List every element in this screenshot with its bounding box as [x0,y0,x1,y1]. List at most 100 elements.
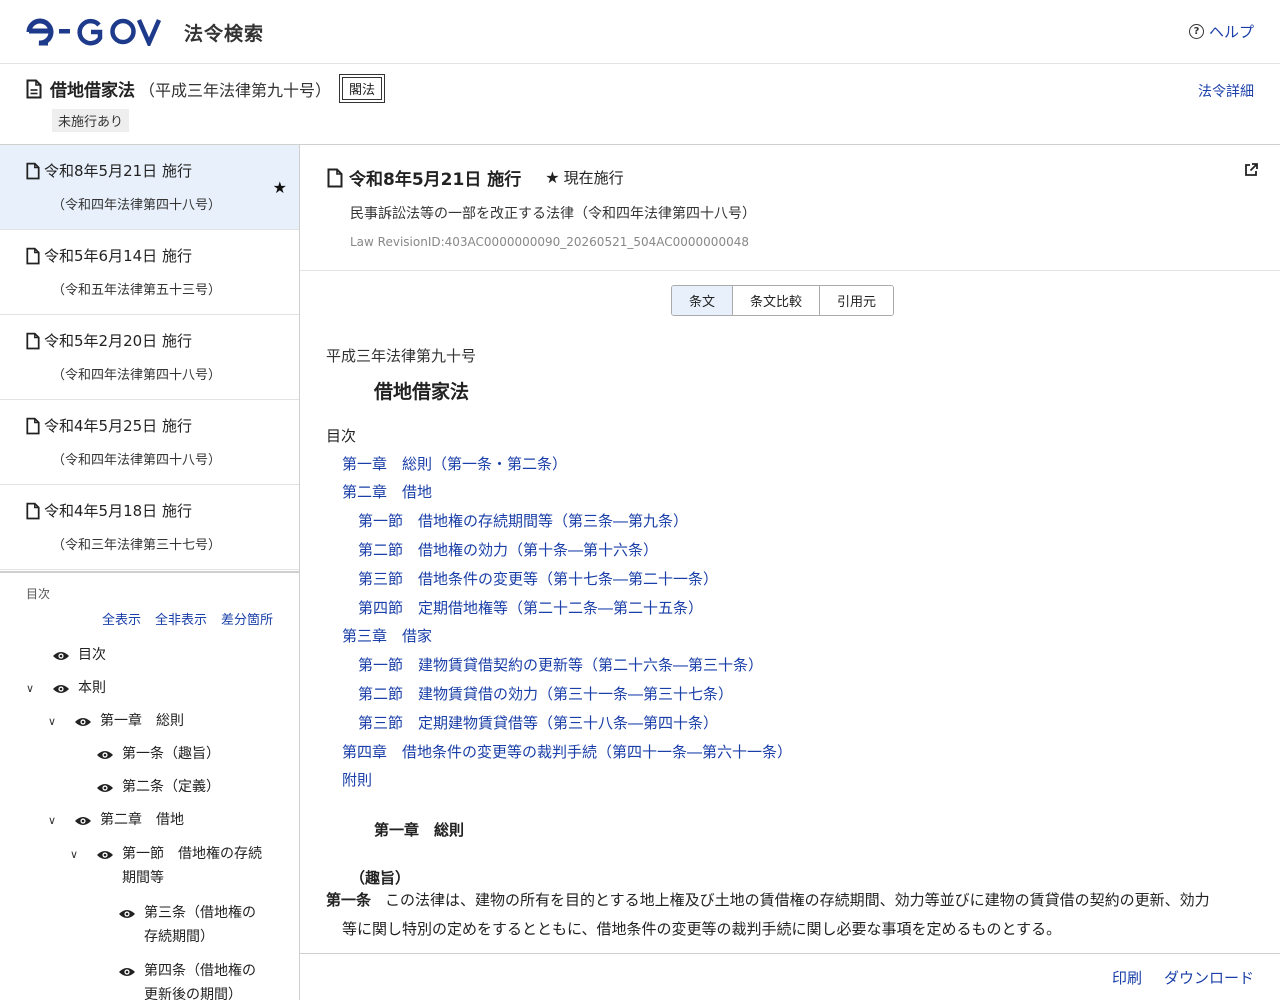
toc-node-label: 目次 [78,647,106,663]
show-all-link[interactable]: 全表示 [102,609,141,628]
amending-law: 民事訴訟法等の一部を改正する法律（令和四年法律第四十八号） [350,206,756,222]
toc-link[interactable]: 第三節 借地条件の変更等（第十七条―第二十一条） [358,568,718,589]
eye-icon[interactable] [74,716,92,728]
star-icon: ★ [545,168,560,187]
toc-link[interactable]: 第三節 定期建物賃貸借等（第三十八条―第四十条） [358,712,718,733]
main-content: 令和8年5月21日 施行 ★ 現在施行 民事訴訟法等の一部を改正する法律（令和四… [300,145,1280,953]
toc-node[interactable]: 第二条（定義） [96,779,220,799]
chevron-down-icon[interactable]: ∨ [26,682,40,695]
tab-article[interactable]: 条文 [672,286,734,315]
eye-icon[interactable] [96,849,114,861]
revision-law: （令和三年法律第三十七号） [52,538,222,553]
article-body: この法律は、建物の所有を目的とする地上権及び土地の賃借権の存続期間、効力等並びに… [342,891,1210,938]
toc-link[interactable]: 第一節 借地権の存続期間等（第三条―第九条） [358,510,688,531]
revision-law: （令和四年法律第四十八号） [52,453,222,468]
revision-item[interactable]: 令和5年6月14日 施行 （令和五年法律第五十三号） [0,230,299,315]
law-title-bar: 借地借家法 （平成三年法律第九十号） 閣法 未施行あり 法令詳細 [0,64,1280,145]
tab-citations[interactable]: 引用元 [820,286,894,315]
revision-law: （令和四年法律第四十八号） [52,198,222,213]
eye-icon[interactable] [52,650,70,662]
site-name[interactable]: 法令検索 [184,19,264,46]
help-link[interactable]: ? ヘルプ [1188,21,1254,42]
sidebar-toc-heading: 目次 [26,587,51,601]
chevron-down-icon[interactable]: ∨ [48,814,62,827]
toc-node-label: 第四条（借地権の更新後の期間） [144,963,256,1000]
toc-node-label: 本則 [78,680,106,696]
hide-all-link[interactable]: 全非表示 [155,609,207,628]
eye-icon[interactable] [118,966,136,978]
eye-icon[interactable] [96,749,114,761]
external-link-icon[interactable] [1244,163,1258,177]
toc-link[interactable]: 第二章 借地 [342,481,432,502]
law-title: 借地借家法 [50,81,135,101]
law-detail-link[interactable]: 法令詳細 [1198,81,1254,101]
law-number: （平成三年法律第九十号） [139,80,332,100]
document-icon [26,162,40,179]
footer-bar: 印刷 ダウンロード [300,953,1280,1000]
toc-link[interactable]: 第一節 建物賃貸借契約の更新等（第二十六条―第三十条） [358,654,763,675]
eye-icon[interactable] [74,815,92,827]
toc-node[interactable]: 第三条（借地権の存続期間） [118,905,278,949]
eye-icon[interactable] [96,782,114,794]
unenforced-badge: 未施行あり [52,109,130,132]
document-icon [26,502,40,519]
diff-link[interactable]: 差分箇所 [221,609,273,628]
toc-node[interactable]: ∨ 第一節 借地権の存続期間等 [70,846,280,890]
body-law-number: 平成三年法律第九十号 [326,347,477,365]
revision-item[interactable]: 令和4年5月18日 施行 （令和三年法律第三十七号） [0,485,299,570]
toc-link[interactable]: 第二節 借地権の効力（第十条―第十六条） [358,539,658,560]
chevron-down-icon[interactable]: ∨ [48,715,62,728]
toc-node-label: 第一章 総則 [100,713,184,729]
site-header: 法令検索 ? ヘルプ [0,0,1280,64]
toc-node-label: 第一条（趣旨） [122,746,220,762]
revision-date-row: 令和4年5月18日 施行 [26,500,192,521]
toc-link[interactable]: 第一章 総則（第一条・第二条） [342,453,567,474]
help-icon: ? [1188,24,1204,39]
toc-node[interactable]: 目次 [52,647,106,667]
current-enforcement-label: 現在施行 [563,169,624,187]
download-link[interactable]: ダウンロード [1164,967,1254,988]
egov-logo-mark [26,18,162,46]
toc-link[interactable]: 第四節 定期借地権等（第二十二条―第二十五条） [358,597,703,618]
eye-icon[interactable] [52,683,70,695]
egov-logo[interactable] [26,16,168,46]
toc-link[interactable]: 第三章 借家 [342,625,432,646]
revision-item[interactable]: 令和8年5月21日 施行 （令和四年法律第四十八号） ★ [0,145,299,230]
article-number: 第一条 [326,891,372,909]
document-icon [26,332,40,349]
toc-node[interactable]: ∨ 第二章 借地 [48,812,184,832]
toc-node[interactable]: 第一条（趣旨） [96,746,220,766]
star-icon: ★ [272,178,287,197]
article-caption: （趣旨） [350,869,411,887]
sidebar-toc: 目次 全表示 全非表示 差分箇所 目次 ∨ 本則 ∨ 第一章 総則 第一条（趣旨… [0,571,299,1000]
print-link[interactable]: 印刷 [1112,967,1142,988]
eye-icon[interactable] [118,908,136,920]
document-icon [26,417,40,434]
toc-link[interactable]: 第四章 借地条件の変更等の裁判手続（第四十一条―第六十一条） [342,741,792,762]
law-type-label: 閣法 [342,77,383,100]
revision-item[interactable]: 令和5年2月20日 施行 （令和四年法律第四十八号） [0,315,299,400]
document-icon [327,168,343,187]
toc-node[interactable]: 第四条（借地権の更新後の期間） [118,963,278,1000]
body-law-title: 借地借家法 [374,381,470,403]
revision-date-row: 令和8年5月21日 施行 [26,160,192,181]
tab-compare[interactable]: 条文比較 [733,286,821,315]
chevron-down-icon[interactable]: ∨ [70,848,84,861]
revision-item[interactable]: 令和4年5月25日 施行 （令和四年法律第四十八号） [0,400,299,485]
revision-date: 令和4年5月25日 施行 [44,417,192,435]
revision-id: Law RevisionID:403AC0000000090_20260521_… [350,235,749,249]
toc-node[interactable]: ∨ 本則 [26,680,106,700]
law-type-badge: 閣法 [339,74,386,103]
toc-node-label: 第三条（借地権の存続期間） [144,905,256,945]
revision-title: 令和8年5月21日 施行 [349,170,522,190]
toc-link[interactable]: 第二節 建物賃貸借の効力（第三十一条―第三十七条） [358,683,733,704]
toc-node[interactable]: ∨ 第一章 総則 [48,713,184,733]
view-tabs: 条文 条文比較 引用元 [671,285,895,316]
revision-date: 令和5年2月20日 施行 [44,332,192,350]
toc-link[interactable]: 附則 [342,769,372,790]
toc-node-label: 第二条（定義） [122,779,220,795]
toc-controls: 全表示 全非表示 差分箇所 [102,609,273,628]
revision-list: 令和8年5月21日 施行 （令和四年法律第四十八号） ★ 令和5年6月14日 施… [0,145,299,570]
revision-date: 令和4年5月18日 施行 [44,502,192,520]
toc-node-label: 第二章 借地 [100,812,184,828]
